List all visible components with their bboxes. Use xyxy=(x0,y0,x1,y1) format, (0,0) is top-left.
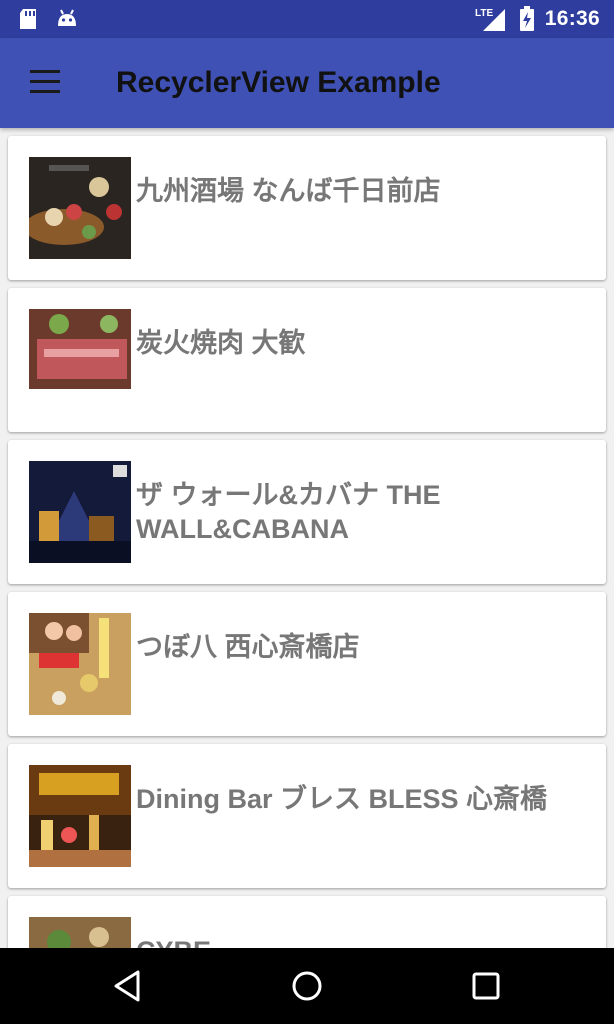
navigation-bar xyxy=(0,948,614,1024)
status-time: 16:36 xyxy=(544,7,600,30)
sd-card-icon xyxy=(20,9,36,29)
list-item[interactable]: Dining Bar ブレス BLESS 心斎橋 xyxy=(8,744,606,888)
restaurant-thumbnail xyxy=(29,765,131,867)
hamburger-menu-icon[interactable] xyxy=(30,70,60,94)
list-item[interactable]: ザ ウォール&カバナ THE WALL&CABANA xyxy=(8,440,606,584)
restaurant-name: CYBE xyxy=(136,934,576,948)
restaurant-name: 炭火焼肉 大歓 xyxy=(136,328,306,358)
list-item[interactable]: つぼ八 西心斎橋店 xyxy=(8,592,606,736)
restaurant-thumbnail xyxy=(29,917,131,948)
restaurant-name: Dining Bar ブレス BLESS 心斎橋 xyxy=(136,784,548,814)
battery-charging-icon xyxy=(519,6,534,31)
svg-text:LTE: LTE xyxy=(475,8,493,19)
app-title: RecyclerView Example xyxy=(116,66,441,99)
restaurant-thumbnail xyxy=(29,157,131,259)
status-bar: LTE 16:36 xyxy=(0,0,614,38)
signal-icon: LTE xyxy=(475,8,505,31)
restaurant-thumbnail xyxy=(29,309,131,411)
restaurant-name: ザ ウォール&カバナ THE WALL&CABANA xyxy=(136,480,441,544)
restaurant-thumbnail xyxy=(29,613,131,715)
home-icon[interactable] xyxy=(287,966,327,1006)
restaurant-name: 九州酒場 なんば千日前店 xyxy=(136,176,441,206)
app-bar: RecyclerView Example xyxy=(0,38,614,128)
back-icon[interactable] xyxy=(108,966,148,1006)
recents-icon[interactable] xyxy=(466,966,506,1006)
list-item[interactable]: CYBE xyxy=(8,896,606,948)
restaurant-name: つぼ八 西心斎橋店 xyxy=(136,632,360,662)
list-item[interactable]: 炭火焼肉 大歓 xyxy=(8,288,606,432)
restaurant-list[interactable]: 九州酒場 なんば千日前店 炭火焼肉 大歓 ザ ウォール&カバナ THE WALL… xyxy=(0,128,614,948)
list-item[interactable]: 九州酒場 なんば千日前店 xyxy=(8,136,606,280)
android-icon xyxy=(58,9,76,26)
restaurant-thumbnail xyxy=(29,461,131,563)
